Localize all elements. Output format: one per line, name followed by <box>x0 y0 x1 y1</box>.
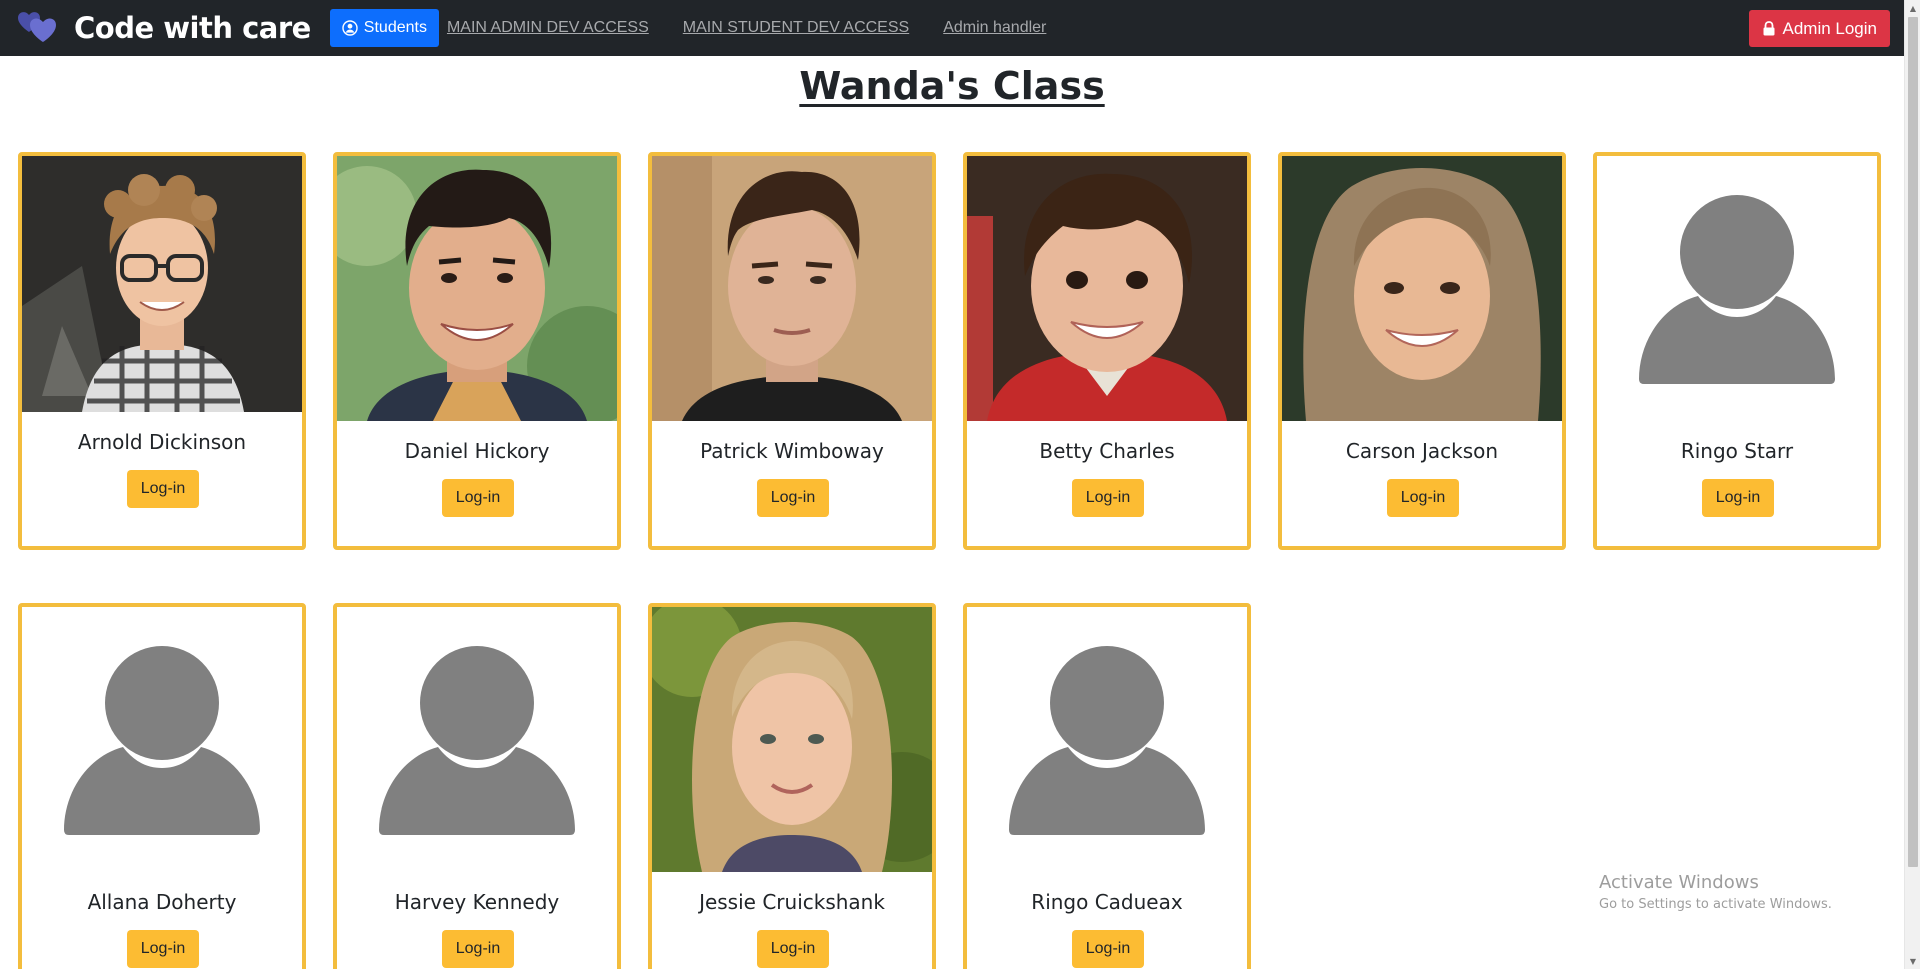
student-photo <box>652 156 932 421</box>
user-circle-icon <box>342 20 358 36</box>
main-student-dev-access-link[interactable]: MAIN STUDENT DEV ACCESS <box>683 19 909 37</box>
student-photo <box>22 156 302 412</box>
student-name: Arnold Dickinson <box>77 430 247 454</box>
login-button[interactable]: Log-in <box>1072 479 1144 517</box>
scroll-down-arrow-icon[interactable]: ▼ <box>1905 953 1920 969</box>
login-button[interactable]: Log-in <box>442 930 514 968</box>
student-name: Ringo Starr <box>1680 439 1794 463</box>
lock-icon <box>1763 21 1775 36</box>
student-name: Daniel Hickory <box>404 439 550 463</box>
vertical-scrollbar[interactable]: ▲ ▼ <box>1904 0 1920 969</box>
students-label: Students <box>363 19 427 36</box>
student-name: Ringo Cadueax <box>1031 890 1183 914</box>
page-title: Wanda's Class <box>799 64 1105 108</box>
student-card: Carson Jackson Log-in <box>1278 152 1566 550</box>
student-card: Patrick Wimboway Log-in <box>648 152 936 550</box>
login-button[interactable]: Log-in <box>1072 930 1144 968</box>
admin-login-button[interactable]: Admin Login <box>1749 10 1890 47</box>
default-avatar-icon <box>967 607 1247 872</box>
student-card: Allana Doherty Log-in <box>18 603 306 969</box>
login-button[interactable]: Log-in <box>757 930 829 968</box>
hearts-logo-icon <box>18 12 56 42</box>
login-button[interactable]: Log-in <box>442 479 514 517</box>
activate-windows-watermark: Activate Windows Go to Settings to activ… <box>1599 872 1832 912</box>
student-name: Allana Doherty <box>87 890 237 914</box>
default-avatar-icon <box>337 607 617 872</box>
default-avatar-icon <box>1597 156 1877 421</box>
main-admin-dev-access-link[interactable]: MAIN ADMIN DEV ACCESS <box>447 19 649 37</box>
student-card: Jessie Cruickshank Log-in <box>648 603 936 969</box>
student-photo <box>1282 156 1562 421</box>
login-button[interactable]: Log-in <box>127 930 199 968</box>
student-card: Arnold Dickinson Log-in <box>18 152 306 550</box>
student-name: Harvey Kennedy <box>394 890 560 914</box>
student-photo <box>652 607 932 872</box>
student-photo <box>967 156 1247 421</box>
student-card: Ringo Starr Log-in <box>1593 152 1881 550</box>
activate-windows-title: Activate Windows <box>1599 872 1759 893</box>
student-name: Patrick Wimboway <box>700 439 884 463</box>
default-avatar-icon <box>22 607 302 872</box>
nav-links: MAIN ADMIN DEV ACCESS MAIN STUDENT DEV A… <box>447 19 1046 37</box>
student-card: Daniel Hickory Log-in <box>333 152 621 550</box>
students-button[interactable]: Students <box>329 9 439 47</box>
brand-name: Code with care <box>74 11 311 45</box>
student-photo <box>337 156 617 421</box>
activate-windows-subtitle: Go to Settings to activate Windows. <box>1599 897 1832 912</box>
scroll-up-arrow-icon[interactable]: ▲ <box>1905 0 1920 16</box>
brand[interactable]: Code with care <box>14 9 311 47</box>
login-button[interactable]: Log-in <box>1387 479 1459 517</box>
student-name: Carson Jackson <box>1345 439 1499 463</box>
admin-login-label: Admin Login <box>1782 18 1877 38</box>
login-button[interactable]: Log-in <box>127 470 199 508</box>
student-card: Harvey Kennedy Log-in <box>333 603 621 969</box>
admin-handler-link[interactable]: Admin handler <box>943 19 1046 37</box>
student-card: Betty Charles Log-in <box>963 152 1251 550</box>
student-name: Betty Charles <box>1039 439 1175 463</box>
login-button[interactable]: Log-in <box>757 479 829 517</box>
top-navbar: Code with care Students MAIN ADMIN DEV A… <box>0 0 1904 56</box>
login-button[interactable]: Log-in <box>1702 479 1774 517</box>
scrollbar-thumb[interactable] <box>1908 17 1918 867</box>
student-name: Jessie Cruickshank <box>699 890 885 914</box>
student-card: Ringo Cadueax Log-in <box>963 603 1251 969</box>
